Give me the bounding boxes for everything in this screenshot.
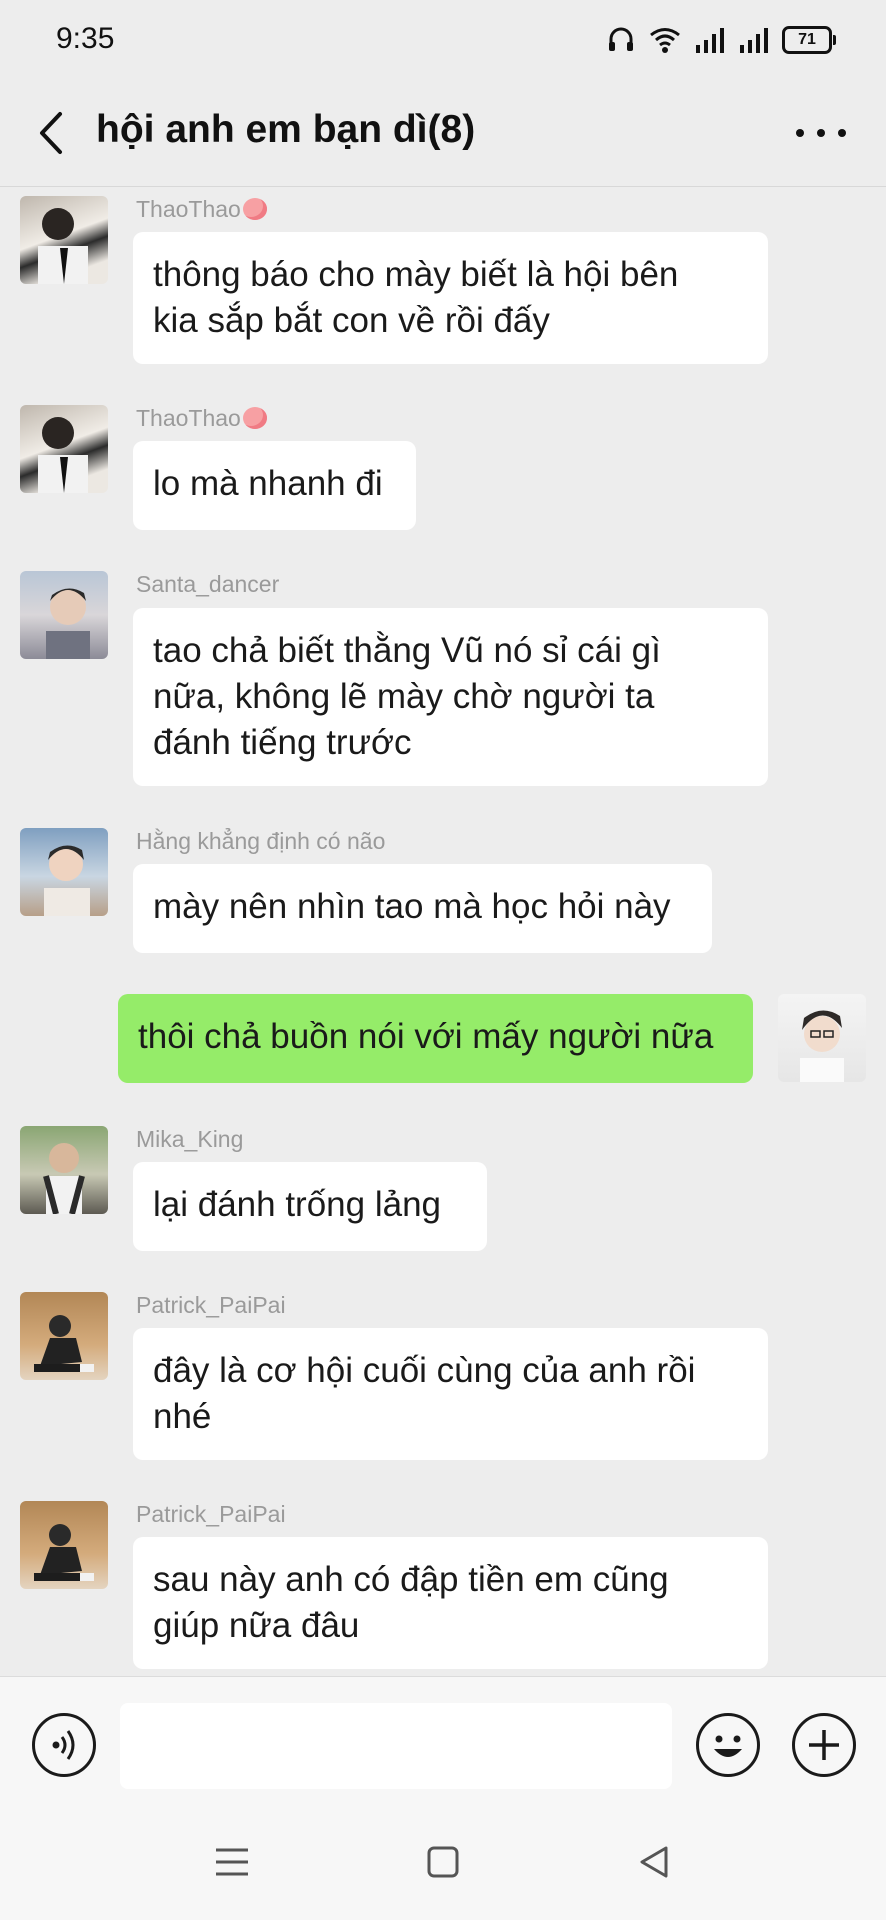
- avatar[interactable]: [20, 1126, 108, 1214]
- status-bar: 9:35 71: [0, 0, 886, 80]
- system-nav-bar: [0, 1806, 886, 1920]
- avatar[interactable]: [778, 994, 866, 1082]
- voice-icon[interactable]: [32, 1713, 96, 1777]
- sender-name: Hằng khẳng định có não: [136, 828, 386, 854]
- message-bubble[interactable]: lo mà nhanh đi: [133, 441, 416, 530]
- sender-name: Mika_King: [136, 1126, 244, 1152]
- chat-title: hội anh em bạn dì(8): [96, 108, 476, 151]
- message-bubble[interactable]: mày nên nhìn tao mà học hỏi này: [133, 864, 712, 953]
- headphones-icon: [609, 27, 633, 51]
- battery-icon: 71: [782, 26, 836, 54]
- back-triangle-icon[interactable]: [634, 1842, 674, 1882]
- chevron-left-icon[interactable]: [30, 110, 74, 156]
- message-bubble[interactable]: đây là cơ hội cuối cùng của anh rồi nhé: [133, 1328, 768, 1460]
- avatar[interactable]: [20, 405, 108, 493]
- avatar[interactable]: [20, 571, 108, 659]
- message-bubble[interactable]: thôi chả buồn nói với mấy người nữa: [118, 994, 753, 1083]
- message-bubble[interactable]: sau này anh có đập tiền em cũng giúp nữa…: [133, 1537, 768, 1669]
- avatar[interactable]: [20, 1501, 108, 1589]
- status-time: 9:35: [56, 22, 115, 55]
- plus-icon[interactable]: [792, 1713, 856, 1777]
- emoji-icon[interactable]: [696, 1713, 760, 1777]
- message-bubble[interactable]: lại đánh trống lảng: [133, 1162, 487, 1251]
- avatar[interactable]: [20, 828, 108, 916]
- message-bubble[interactable]: thông báo cho mày biết là hội bên kia sắ…: [133, 232, 768, 364]
- message-input-bar: [0, 1676, 886, 1807]
- message-bubble[interactable]: tao chả biết thằng Vũ nó sỉ cái gì nữa, …: [133, 608, 768, 786]
- avatar[interactable]: [20, 196, 108, 284]
- menu-icon[interactable]: [212, 1842, 252, 1882]
- wifi-icon: [650, 28, 680, 53]
- chat-header: hội anh em bạn dì(8): [0, 80, 886, 187]
- home-icon[interactable]: [423, 1842, 463, 1882]
- signal-icon: [696, 28, 724, 53]
- message-input[interactable]: [120, 1703, 672, 1789]
- sender-name: ThaoThao: [136, 405, 267, 432]
- status-icons: 71: [606, 22, 836, 58]
- sender-name: Patrick_PaiPai: [136, 1292, 286, 1318]
- avatar[interactable]: [20, 1292, 108, 1380]
- sender-name: Santa_dancer: [136, 571, 280, 597]
- sender-name: ThaoThao: [136, 196, 267, 223]
- more-dots-icon[interactable]: [796, 110, 846, 156]
- sender-name: Patrick_PaiPai: [136, 1501, 286, 1527]
- peach-icon: [242, 407, 267, 429]
- signal-icon: [740, 28, 768, 53]
- peach-icon: [242, 198, 267, 220]
